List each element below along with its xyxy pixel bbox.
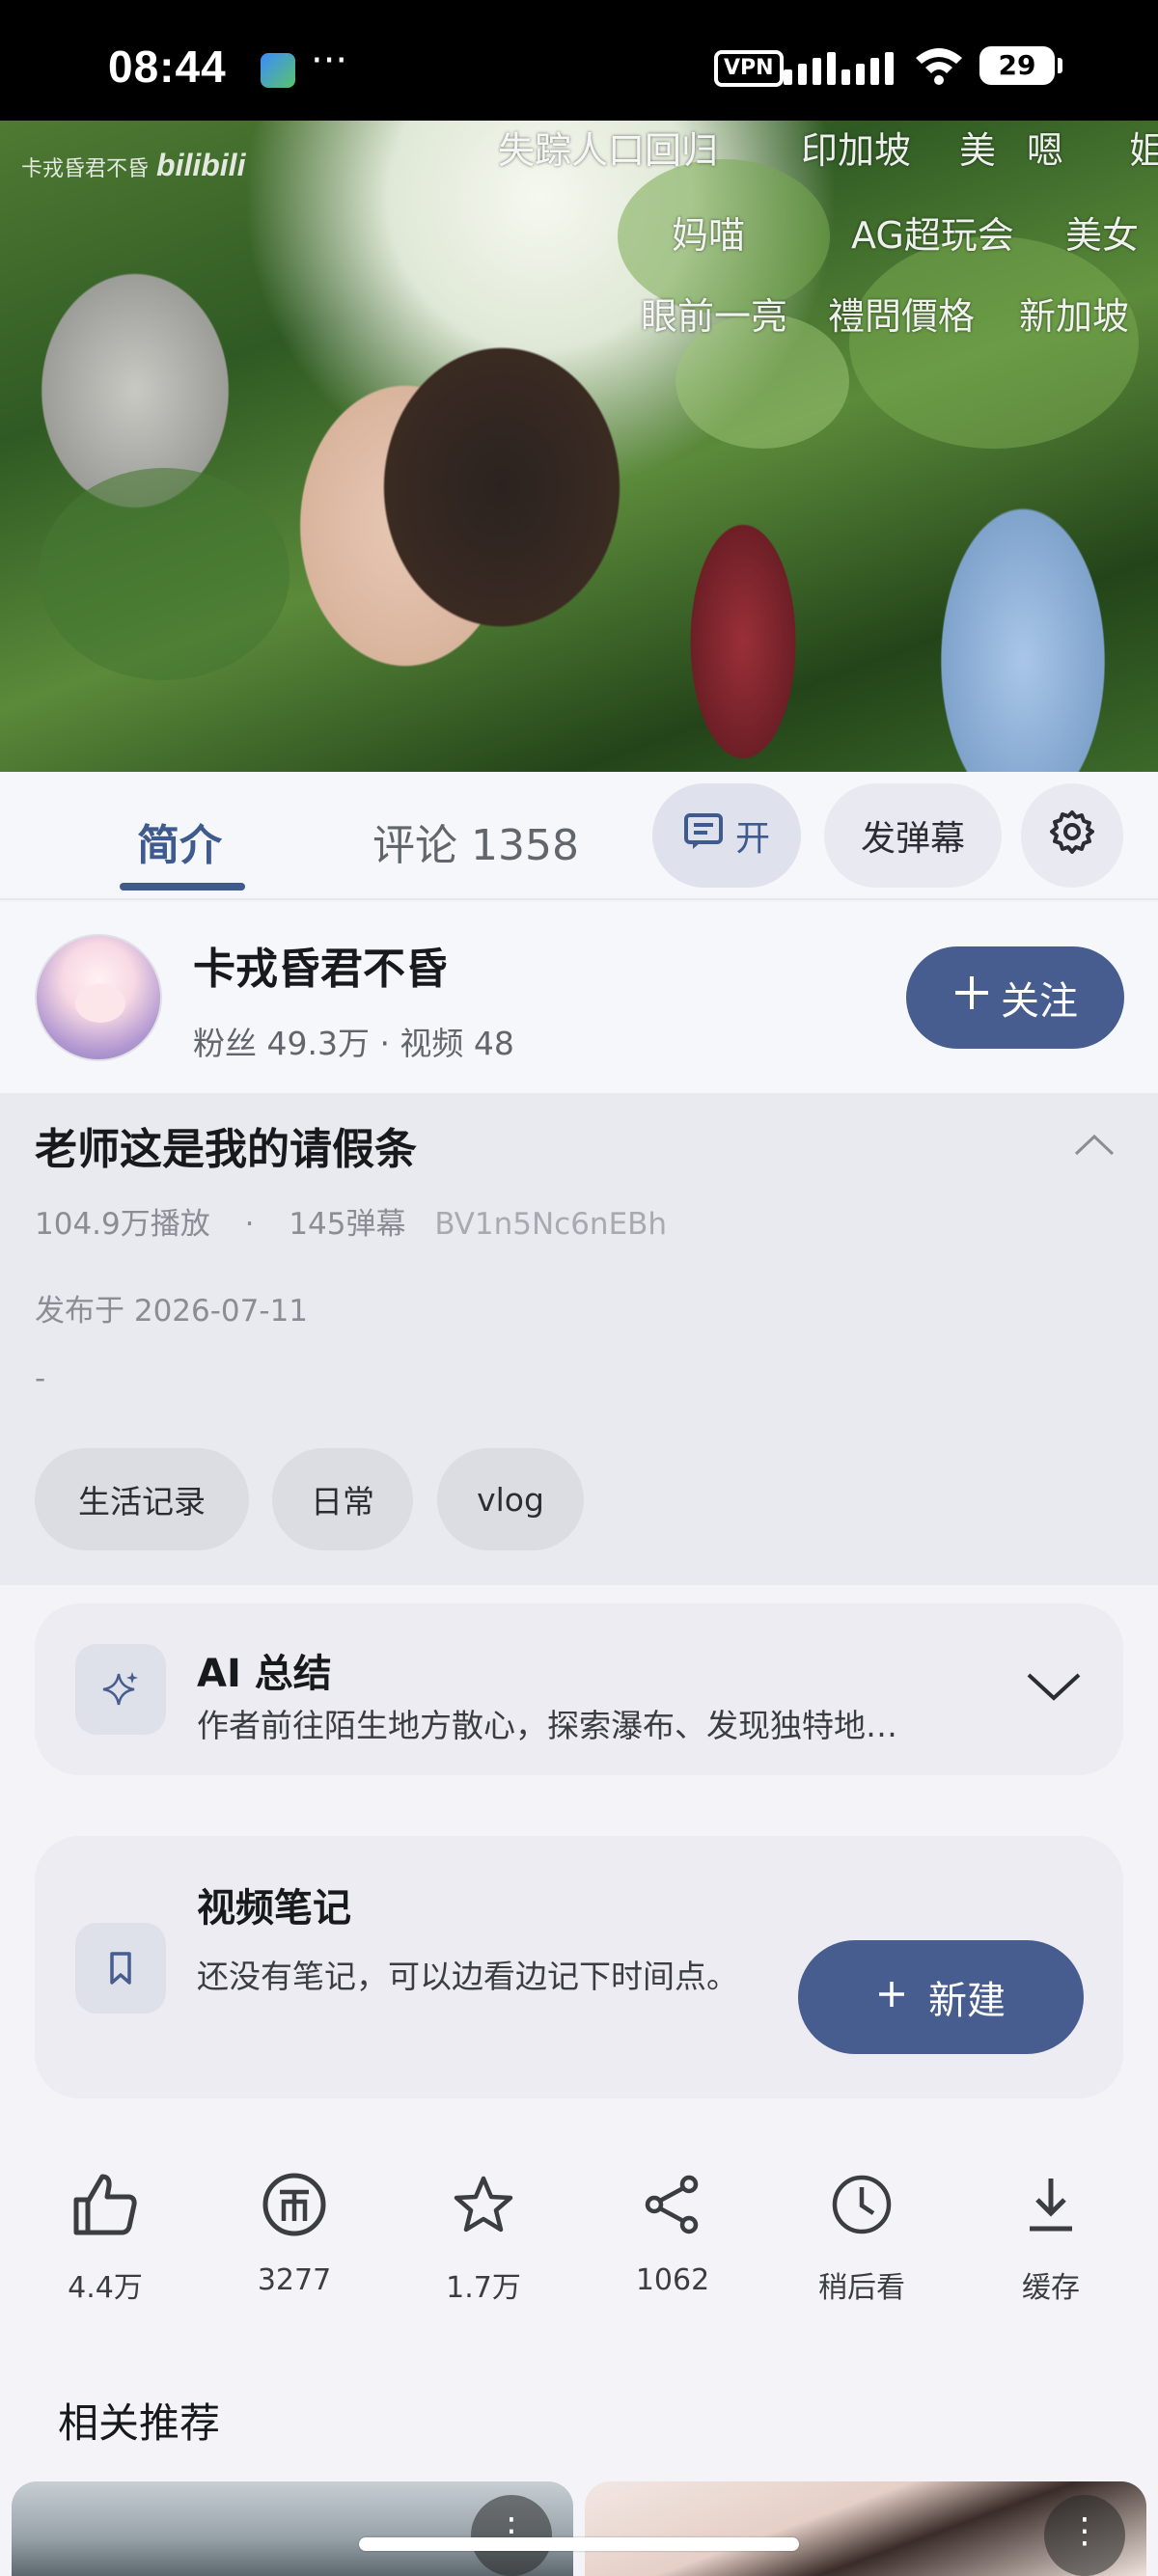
tag-chip[interactable]: vlog	[437, 1448, 584, 1550]
follow-label: 关注	[1001, 979, 1078, 1024]
danmaku-item: 妈喵	[672, 214, 746, 257]
app-notification-icon	[261, 53, 295, 88]
chevron-up-icon[interactable]	[1073, 1132, 1116, 1161]
tab-comments[interactable]: 评论 1358	[372, 810, 579, 872]
more-options-icon[interactable]: ⋮	[1044, 2495, 1125, 2576]
danmaku-toggle-button[interactable]: 开	[652, 783, 801, 888]
video-watermark: 卡戎昏君不昏 bilibili	[21, 148, 246, 182]
ai-summary-text: 作者前往陌生地方散心，探索瀑布、发现独特地…	[197, 1707, 897, 1744]
bookmark-icon	[75, 1923, 166, 2014]
more-options-icon[interactable]: ⋮	[471, 2495, 552, 2576]
clock-icon	[785, 2161, 939, 2248]
status-bar: 08:44 ··· VPN 29	[0, 0, 1158, 121]
tag-chip[interactable]: 日常	[272, 1448, 413, 1550]
more-notifications-icon: ···	[311, 39, 348, 83]
danmaku-item: 禮問價格	[828, 295, 976, 338]
uploader-section: 卡戎昏君不昏 粉丝 49.3万 · 视频 48 关注	[0, 902, 1158, 1093]
bvid[interactable]: BV1n5Nc6nEBh	[434, 1207, 667, 1242]
like-button[interactable]: 4.4万	[28, 2161, 182, 2306]
send-danmaku-button[interactable]: 发弹幕	[824, 783, 1002, 888]
danmaku-settings-button[interactable]	[1021, 783, 1123, 888]
download-label: 缓存	[1022, 2271, 1080, 2305]
video-title: 老师这是我的请假条	[35, 1125, 417, 1174]
uploader-name[interactable]: 卡戎昏君不昏	[193, 934, 448, 996]
danmaku-item: AG超玩会	[851, 214, 1014, 257]
action-bar: 4.4万 3277 1.7万 1062 稍后看 缓存	[0, 2161, 1158, 2325]
uploader-avatar[interactable]	[35, 934, 162, 1061]
sparkle-icon	[75, 1644, 166, 1735]
related-video-thumbnail[interactable]: ⋮	[585, 2481, 1146, 2576]
download-button[interactable]: 缓存	[974, 2161, 1128, 2306]
vpn-icon: VPN	[714, 50, 784, 87]
share-count: 1062	[635, 2263, 710, 2297]
meta-separator: ·	[244, 1207, 255, 1242]
danmaku-item: 新加坡	[1019, 295, 1130, 338]
video-description: -	[35, 1361, 46, 1396]
related-section-title: 相关推荐	[58, 2399, 221, 2447]
coin-icon	[217, 2161, 372, 2248]
tab-intro[interactable]: 简介	[137, 810, 222, 872]
coin-count: 3277	[257, 2263, 332, 2297]
follow-button[interactable]: 关注	[906, 946, 1124, 1049]
ai-summary-title: AI 总结	[197, 1652, 332, 1696]
new-note-button[interactable]: 新建	[798, 1940, 1084, 2054]
danmaku-item: 姐	[1129, 129, 1158, 172]
status-time: 08:44	[108, 41, 227, 92]
wifi-icon	[912, 44, 966, 91]
ai-summary-card[interactable]: AI 总结 作者前往陌生地方散心，探索瀑布、发现独特地…	[35, 1603, 1123, 1775]
plus-icon	[952, 973, 991, 1022]
home-indicator[interactable]	[359, 2537, 799, 2551]
watch-later-button[interactable]: 稍后看	[785, 2161, 939, 2306]
danmaku-item: 失踪人口回归	[498, 129, 719, 172]
battery-icon: 29	[979, 46, 1062, 85]
like-count: 4.4万	[68, 2271, 143, 2305]
signal-icon	[784, 46, 894, 85]
favorite-count: 1.7万	[446, 2271, 521, 2305]
danmaku-item: 美	[959, 129, 997, 172]
danmaku-item: 美女	[1065, 214, 1140, 257]
favorite-button[interactable]: 1.7万	[406, 2161, 561, 2306]
tab-indicator	[120, 883, 245, 891]
uploader-stats: 粉丝 49.3万 · 视频 48	[193, 1025, 514, 1062]
coin-button[interactable]: 3277	[217, 2161, 372, 2297]
plus-icon	[876, 1975, 907, 2019]
gear-icon	[1050, 809, 1094, 863]
play-count: 104.9万播放	[35, 1207, 210, 1242]
star-icon	[406, 2161, 561, 2248]
danmaku-toggle-label: 开	[734, 819, 770, 859]
tab-bar: 简介 评论 1358 开 发弹幕	[0, 772, 1158, 900]
danmaku-list-icon	[683, 812, 724, 860]
notes-title: 视频笔记	[197, 1886, 351, 1931]
chevron-down-icon[interactable]	[1025, 1669, 1083, 1708]
video-notes-card: 视频笔记 还没有笔记，可以边看边记下时间点。 新建	[35, 1836, 1123, 2098]
video-meta: 104.9万播放 · 145弹幕 BV1n5Nc6nEBh	[35, 1199, 667, 1243]
watch-later-label: 稍后看	[818, 2271, 905, 2305]
video-intro: 老师这是我的请假条 104.9万播放 · 145弹幕 BV1n5Nc6nEBh …	[0, 1093, 1158, 1585]
video-player[interactable]: 卡戎昏君不昏 bilibili 失踪人口回归 印加坡 美 嗯 姐 妈喵 AG超玩会…	[0, 121, 1158, 772]
notes-empty-text: 还没有笔记，可以边看边记下时间点。	[197, 1958, 738, 1995]
danmaku-count: 145弹幕	[289, 1207, 406, 1242]
publish-date: 发布于 2026-07-11	[35, 1294, 309, 1329]
tag-chip[interactable]: 生活记录	[35, 1448, 249, 1550]
danmaku-item: 嗯	[1027, 129, 1064, 172]
danmaku-item: 印加坡	[801, 129, 912, 172]
download-icon	[974, 2161, 1128, 2248]
related-video-thumbnail[interactable]: ⋮	[12, 2481, 573, 2576]
share-icon	[595, 2161, 750, 2248]
danmaku-item: 眼前一亮	[641, 295, 788, 338]
like-icon	[28, 2161, 182, 2248]
share-button[interactable]: 1062	[595, 2161, 750, 2297]
new-note-label: 新建	[928, 1979, 1006, 2023]
